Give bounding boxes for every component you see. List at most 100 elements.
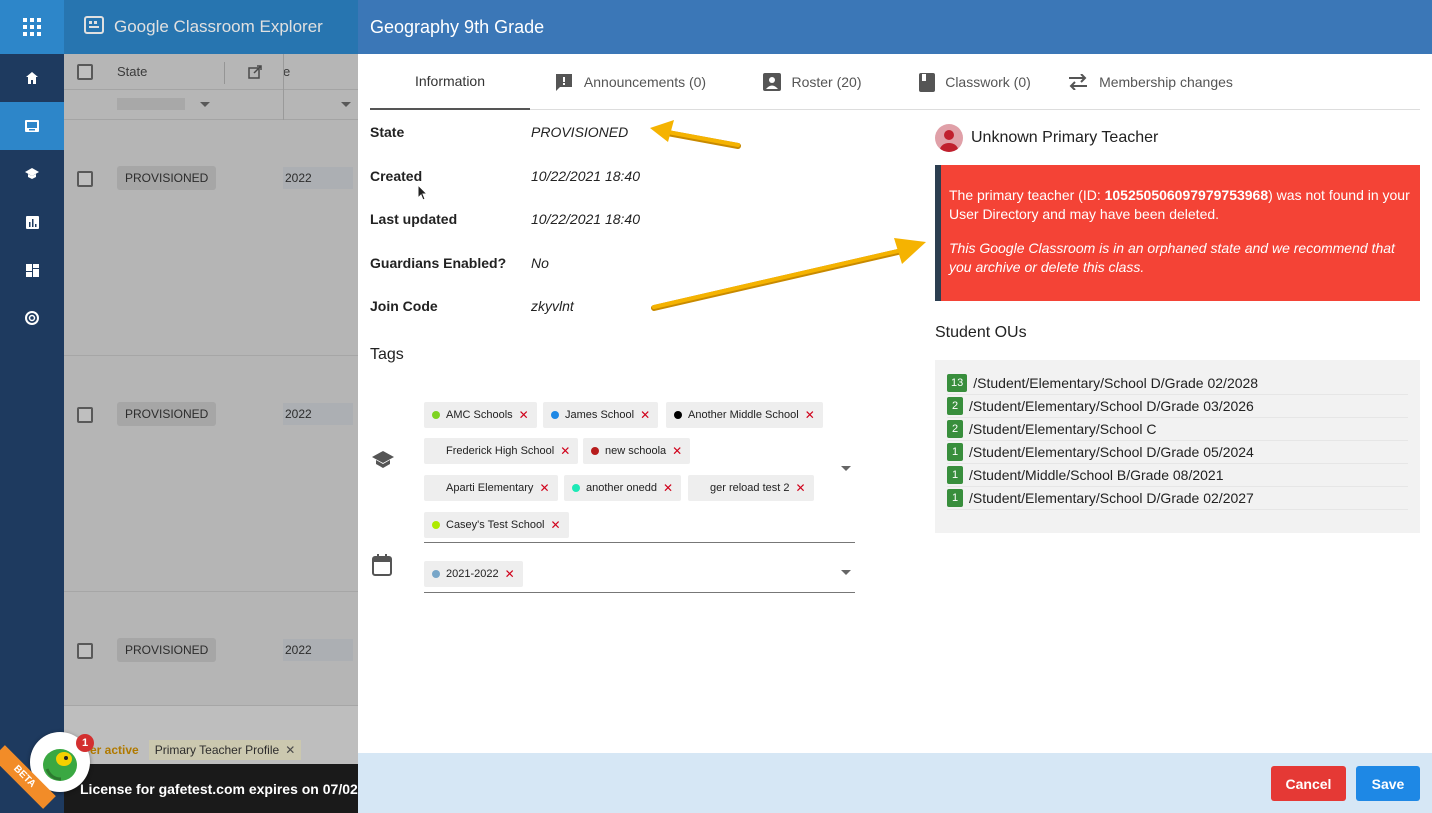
recommendation-text: This Google Classroom is in an orphaned … — [949, 240, 1395, 275]
tag-chip[interactable]: new schoola ✕ — [583, 438, 691, 464]
calendar-icon — [372, 554, 392, 576]
remove-tag-icon[interactable]: ✕ — [663, 481, 673, 495]
chevron-down-icon[interactable] — [841, 570, 851, 575]
tag-color-dot — [432, 411, 440, 419]
tag-label: Casey's Test School — [446, 519, 545, 531]
tab-label: Classwork (0) — [945, 74, 1031, 90]
remove-tag-icon[interactable]: ✕ — [551, 518, 561, 532]
student-ous-list: 13/Student/Elementary/School D/Grade 02/… — [935, 360, 1420, 533]
tab-roster[interactable]: Roster (20) — [730, 54, 895, 110]
dashboard-icon[interactable] — [0, 246, 64, 294]
tab-information[interactable]: Information — [370, 54, 530, 110]
chevron-down-icon[interactable] — [841, 466, 851, 471]
remove-tag-icon[interactable]: ✕ — [539, 481, 549, 495]
ou-path: /Student/Elementary/School D/Grade 05/20… — [969, 444, 1254, 460]
ou-path: /Student/Elementary/School D/Grade 02/20… — [969, 490, 1254, 506]
remove-tag-icon[interactable]: ✕ — [796, 481, 806, 495]
remove-tag-icon[interactable]: ✕ — [640, 408, 650, 422]
tab-announcements[interactable]: Announcements (0) — [530, 54, 730, 110]
tab-membership-changes[interactable]: Membership changes — [1055, 54, 1245, 110]
tab-label: Announcements (0) — [583, 74, 707, 90]
updated-value: 10/22/2021 18:40 — [531, 211, 640, 227]
tag-chip[interactable]: Aparti Elementary ✕ — [424, 475, 558, 501]
announcement-icon — [555, 74, 572, 91]
remove-tag-icon[interactable]: ✕ — [505, 567, 515, 581]
list-item: 1/Student/Elementary/School D/Grade 02/2… — [947, 487, 1408, 510]
notification-badge: 1 — [76, 734, 94, 752]
tag-label: new schoola — [605, 445, 667, 457]
modal-backdrop[interactable] — [64, 0, 358, 813]
roster-icon — [763, 73, 782, 91]
save-button[interactable]: Save — [1356, 766, 1420, 801]
created-label: Created — [370, 168, 423, 184]
school-tag-icon — [372, 451, 394, 468]
list-item: 2/Student/Elementary/School D/Grade 03/2… — [947, 395, 1408, 418]
tag-label: ger reload test 2 — [710, 482, 790, 494]
tags-title: Tags — [370, 346, 404, 363]
dialog-title: Geography 9th Grade — [358, 0, 1432, 54]
tag-label: James School — [565, 409, 635, 421]
support-icon[interactable] — [0, 294, 64, 342]
tag-label: another onedd — [586, 482, 657, 494]
school-icon[interactable] — [0, 150, 64, 198]
school-year-field[interactable]: 2021-2022 ✕ — [424, 558, 855, 593]
tag-color-dot — [696, 484, 704, 492]
tag-label: Aparti Elementary — [446, 482, 534, 494]
annotation-arrow-icon — [651, 238, 926, 311]
tag-chip[interactable]: Frederick High School ✕ — [424, 438, 579, 464]
tab-label: Membership changes — [1099, 74, 1233, 90]
class-dialog: Geography 9th Grade Information Announce… — [358, 0, 1432, 813]
ou-path: /Student/Middle/School B/Grade 08/2021 — [969, 467, 1224, 483]
tab-classwork[interactable]: Classwork (0) — [895, 54, 1055, 110]
tag-color-dot — [591, 447, 599, 455]
ou-count-badge: 2 — [947, 420, 963, 438]
home-icon[interactable] — [0, 54, 64, 102]
annotation-arrow-icon — [650, 120, 741, 149]
tag-chip[interactable]: ger reload test 2 ✕ — [688, 475, 814, 501]
chart-icon[interactable] — [0, 198, 64, 246]
ou-count-badge: 1 — [947, 443, 963, 461]
tag-color-dot — [674, 411, 682, 419]
tag-color-dot — [572, 484, 580, 492]
guardians-value: No — [531, 255, 549, 271]
tag-color-dot — [432, 570, 440, 578]
swap-icon — [1069, 74, 1088, 90]
school-tags-field[interactable]: AMC Schools ✕ James School ✕ Another Mid… — [424, 398, 855, 543]
ou-count-badge: 2 — [947, 397, 963, 415]
tag-chip[interactable]: James School ✕ — [543, 402, 659, 428]
list-item: 2/Student/Elementary/School C — [947, 418, 1408, 441]
tag-color-dot — [432, 521, 440, 529]
tag-label: Another Middle School — [688, 409, 799, 421]
teacher-id: 105250506097979753968 — [1104, 187, 1269, 203]
ou-path: /Student/Elementary/School D/Grade 02/20… — [973, 375, 1259, 391]
updated-label: Last updated — [370, 211, 458, 227]
tag-color-dot — [432, 447, 440, 455]
tab-label: Roster (20) — [791, 74, 862, 90]
year-tag-chip[interactable]: 2021-2022 ✕ — [424, 561, 523, 587]
tag-label: 2021-2022 — [446, 568, 499, 580]
remove-tag-icon[interactable]: ✕ — [805, 408, 815, 422]
remove-tag-icon[interactable]: ✕ — [560, 444, 570, 458]
tag-chip[interactable]: another onedd ✕ — [564, 475, 682, 501]
list-item: 1/Student/Middle/School B/Grade 08/2021 — [947, 464, 1408, 487]
license-banner: License for gafetest.com expires on 07/0… — [64, 764, 358, 813]
remove-tag-icon[interactable]: ✕ — [519, 408, 529, 422]
apps-grid-icon[interactable] — [0, 0, 64, 54]
tag-chip[interactable]: Another Middle School ✕ — [666, 402, 823, 428]
dialog-footer: Cancel Save — [358, 753, 1432, 813]
classwork-icon — [919, 72, 936, 92]
ou-count-badge: 13 — [947, 374, 968, 392]
remove-tag-icon[interactable]: ✕ — [672, 444, 682, 458]
tag-chip[interactable]: AMC Schools ✕ — [424, 402, 537, 428]
app-rail — [0, 0, 64, 813]
tab-label: Information — [414, 73, 486, 89]
dialog-tabs: Information Announcements (0) Roster (20… — [370, 54, 1420, 110]
tag-color-dot — [551, 411, 559, 419]
orphaned-warning: The primary teacher (ID: 105250506097979… — [935, 165, 1420, 301]
tag-chip[interactable]: Casey's Test School ✕ — [424, 512, 569, 538]
classroom-icon[interactable] — [0, 102, 64, 150]
state-label: State — [370, 124, 405, 140]
guardians-label: Guardians Enabled? — [370, 255, 507, 271]
cancel-button[interactable]: Cancel — [1271, 766, 1346, 801]
tag-label: Frederick High School — [446, 445, 555, 457]
